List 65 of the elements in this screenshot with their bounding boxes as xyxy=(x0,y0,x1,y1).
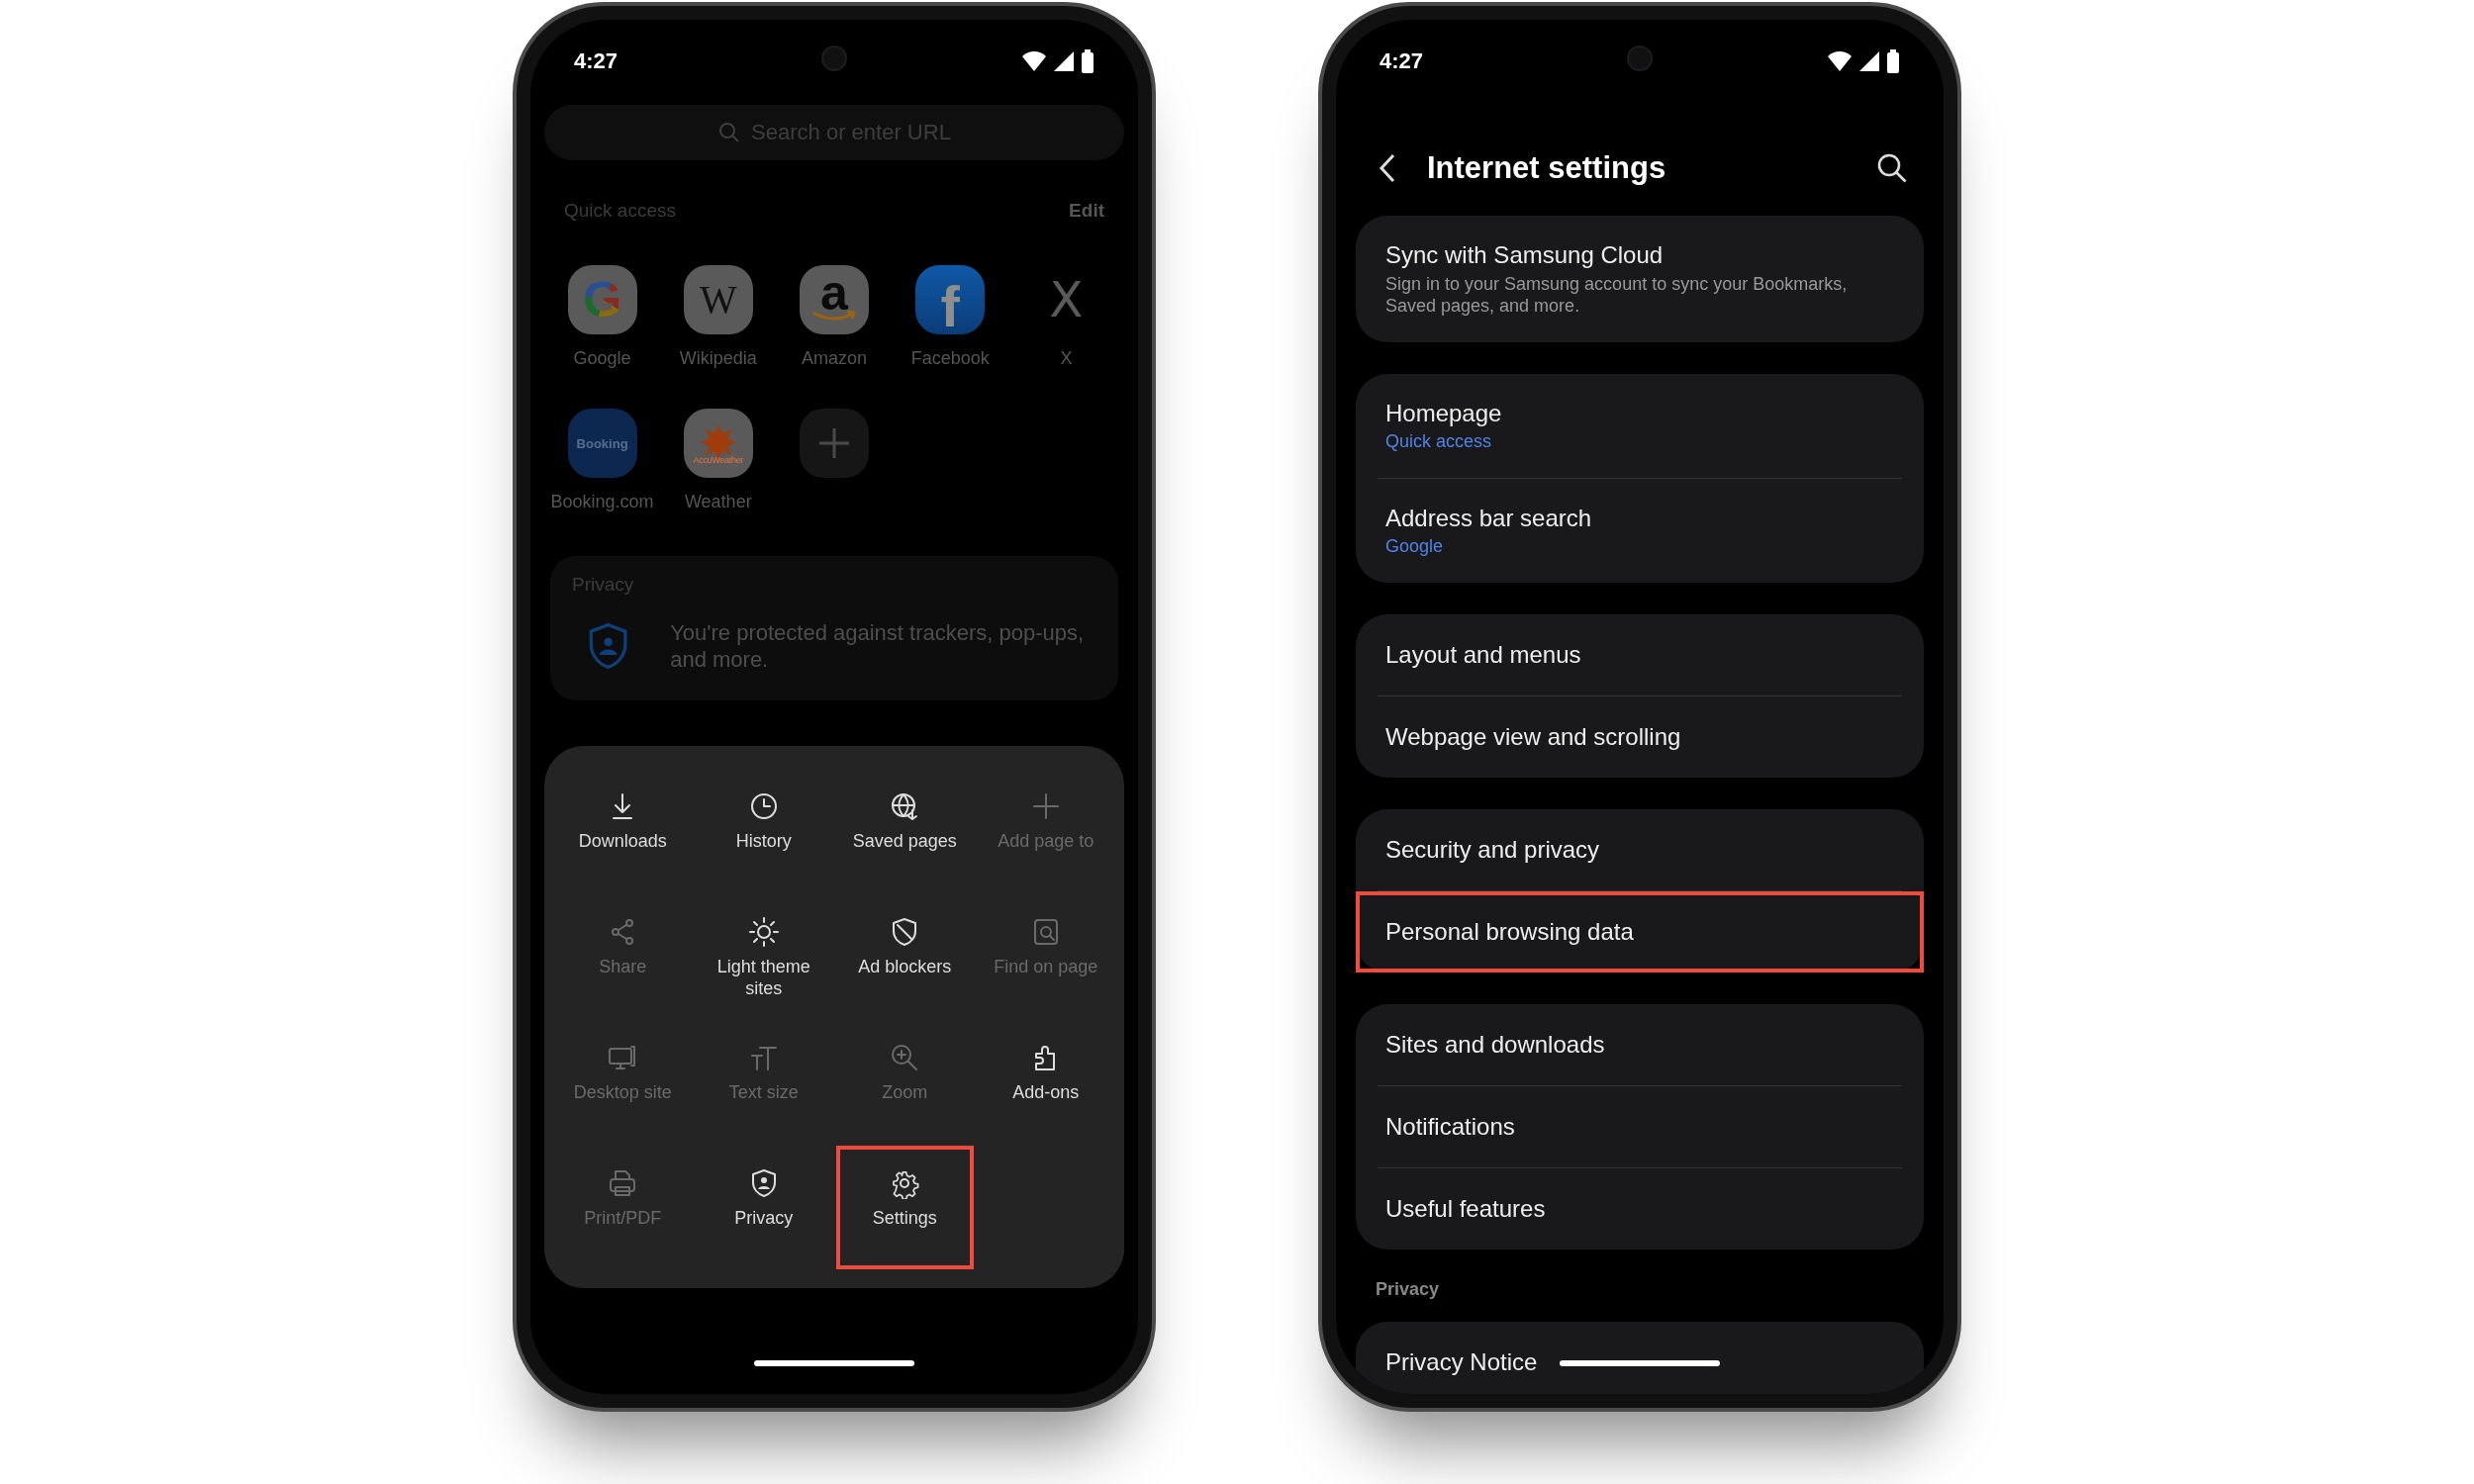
shortcut-label: Facebook xyxy=(910,348,990,369)
shortcut-label: X xyxy=(1060,348,1073,369)
menu-item[interactable]: History xyxy=(699,773,828,888)
back-icon[interactable] xyxy=(1378,152,1397,184)
item-value: Quick access xyxy=(1385,431,1493,452)
search-icon[interactable] xyxy=(1876,152,1908,184)
item-title: Privacy Notice xyxy=(1385,1348,1538,1376)
logo-text: X xyxy=(1049,275,1084,325)
item-value: Google xyxy=(1385,536,1445,557)
list-row[interactable]: Sync with Samsung Cloud Sign in to your Samsung account to sync your Bookmarks, Saved pages, and more. xyxy=(1356,216,1924,342)
logo-text: W xyxy=(699,280,737,320)
menu-item[interactable]: Settings xyxy=(840,1150,970,1265)
item-title: Security and privacy xyxy=(1385,836,1600,864)
camera-icon xyxy=(821,46,847,71)
shortcut-label: Amazon xyxy=(801,348,867,369)
logo-text: a xyxy=(820,268,848,318)
list-row[interactable]: Webpage view and scrolling xyxy=(1356,696,1924,778)
menu-item[interactable]: Add-ons xyxy=(981,1024,1110,1140)
logo-text: Booking xyxy=(576,436,628,450)
section-title: Quick access xyxy=(564,200,676,222)
signal-icon xyxy=(1053,50,1075,72)
status-time: 4:27 xyxy=(1380,48,1424,74)
shortcut-label: Weather xyxy=(684,492,752,512)
menu-item[interactable]: Light theme sites xyxy=(699,898,828,1014)
plus-icon xyxy=(816,425,852,461)
logo-text: AccuWeather xyxy=(693,455,744,465)
item-title: Sites and downloads xyxy=(1385,1031,1605,1059)
battery-icon xyxy=(1886,49,1900,73)
arrow-icon xyxy=(811,310,857,322)
sun-icon xyxy=(747,916,780,948)
status-time: 4:27 xyxy=(574,48,618,74)
item-title: Webpage view and scrolling xyxy=(1385,723,1681,751)
signal-icon xyxy=(1858,50,1880,72)
shortcut-label: Wikipedia xyxy=(679,348,757,369)
list-row[interactable]: Sites and downloads xyxy=(1356,1004,1924,1085)
menu-item[interactable]: Privacy xyxy=(699,1150,828,1265)
list-row[interactable]: Security and privacy xyxy=(1356,809,1924,890)
item-description: Sign in to your Samsung account to sync your Bookmarks, Saved pages, and more. xyxy=(1385,273,1849,317)
list-row[interactable]: Address bar search Google xyxy=(1356,479,1924,583)
list-row[interactable]: Useful features xyxy=(1356,1168,1924,1250)
item-title: Sync with Samsung Cloud xyxy=(1385,241,1664,269)
list-row[interactable]: Layout and menus xyxy=(1356,614,1924,696)
shortcut-label: Booking.com xyxy=(550,492,654,512)
wifi-icon xyxy=(1021,50,1047,72)
shortcut-label: Google xyxy=(573,348,631,369)
list-row[interactable]: Privacy Notice xyxy=(1356,1322,1924,1394)
menu-item[interactable]: Saved pages xyxy=(840,773,970,888)
list-row[interactable]: Personal browsing data xyxy=(1356,891,1924,973)
item-title: Homepage xyxy=(1385,400,1502,427)
menu-item[interactable]: Ad blockers xyxy=(840,898,970,1014)
page-title: Internet settings xyxy=(1427,150,1667,186)
section-title: Privacy xyxy=(1376,1279,1441,1300)
list-row[interactable]: Notifications xyxy=(1356,1086,1924,1167)
battery-icon xyxy=(1081,49,1094,73)
privacy-text: You're protected against trackers, pop-ups, and more. xyxy=(670,619,1086,673)
item-title: Personal browsing data xyxy=(1385,918,1634,946)
list-row[interactable]: Homepage Quick access xyxy=(1356,374,1924,478)
wifi-icon xyxy=(1827,50,1853,72)
camera-icon xyxy=(1627,46,1653,71)
item-title: Layout and menus xyxy=(1385,641,1581,669)
item-title: Notifications xyxy=(1385,1113,1515,1141)
menu-item[interactable]: Downloads xyxy=(558,773,688,888)
item-title: Useful features xyxy=(1385,1195,1546,1223)
item-title: Address bar search xyxy=(1385,505,1592,532)
logo-text: f xyxy=(940,278,960,335)
